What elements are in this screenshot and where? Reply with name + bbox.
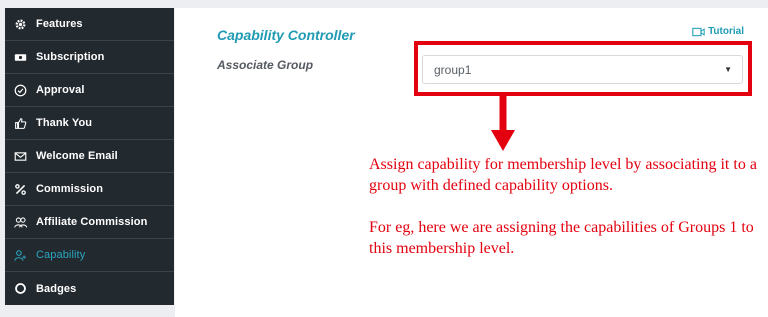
sidebar-item-commission[interactable]: Commission: [5, 173, 174, 206]
select-value: group1: [434, 62, 472, 77]
sidebar-item-label: Capability: [36, 249, 86, 261]
thumbs-up-icon: [13, 116, 27, 130]
sidebar-item-affiliate-commission[interactable]: Affiliate Commission: [5, 206, 174, 239]
sidebar-item-label: Affiliate Commission: [36, 216, 148, 228]
video-icon: [692, 27, 705, 36]
user-plus-icon: [13, 248, 27, 262]
sidebar-item-label: Approval: [36, 84, 85, 96]
page-title: Capability Controller: [217, 27, 355, 43]
annotation-line-1: Assign capability for membership level b…: [369, 156, 757, 194]
users-icon: [13, 215, 27, 229]
caret-down-icon: ▼: [724, 65, 732, 74]
gear-icon: [13, 17, 27, 31]
circle-icon: [13, 282, 27, 296]
sidebar-item-label: Subscription: [36, 51, 105, 63]
sidebar-item-welcome-email[interactable]: Welcome Email: [5, 140, 174, 173]
sidebar-item-subscription[interactable]: Subscription: [5, 41, 174, 74]
associate-group-label: Associate Group: [217, 58, 314, 72]
sidebar-item-label: Welcome Email: [36, 150, 118, 162]
arrow-down-icon: [491, 96, 515, 151]
percent-icon: [13, 182, 27, 196]
money-icon: [13, 50, 27, 64]
tutorial-label: Tutorial: [708, 26, 744, 37]
sidebar-item-label: Commission: [36, 183, 104, 195]
check-circle-icon: [13, 83, 27, 97]
sidebar: Features Subscription Approval Thank You…: [5, 8, 174, 305]
annotation-line-2: For eg, here we are assigning the capabi…: [369, 219, 754, 257]
associate-group-select[interactable]: group1 ▼: [422, 55, 743, 84]
sidebar-item-features[interactable]: Features: [5, 8, 174, 41]
tutorial-link[interactable]: Tutorial: [692, 26, 744, 37]
sidebar-item-thank-you[interactable]: Thank You: [5, 107, 174, 140]
sidebar-item-label: Thank You: [36, 117, 93, 129]
sidebar-item-capability[interactable]: Capability: [5, 239, 174, 272]
main-panel: Capability Controller Tutorial Associate…: [175, 8, 768, 317]
annotation-note: Assign capability for membership level b…: [369, 154, 768, 280]
sidebar-item-badges[interactable]: Badges: [5, 272, 174, 305]
sidebar-item-approval[interactable]: Approval: [5, 74, 174, 107]
mail-icon: [13, 149, 27, 163]
sidebar-item-label: Badges: [36, 282, 77, 295]
sidebar-item-label: Features: [36, 18, 83, 30]
